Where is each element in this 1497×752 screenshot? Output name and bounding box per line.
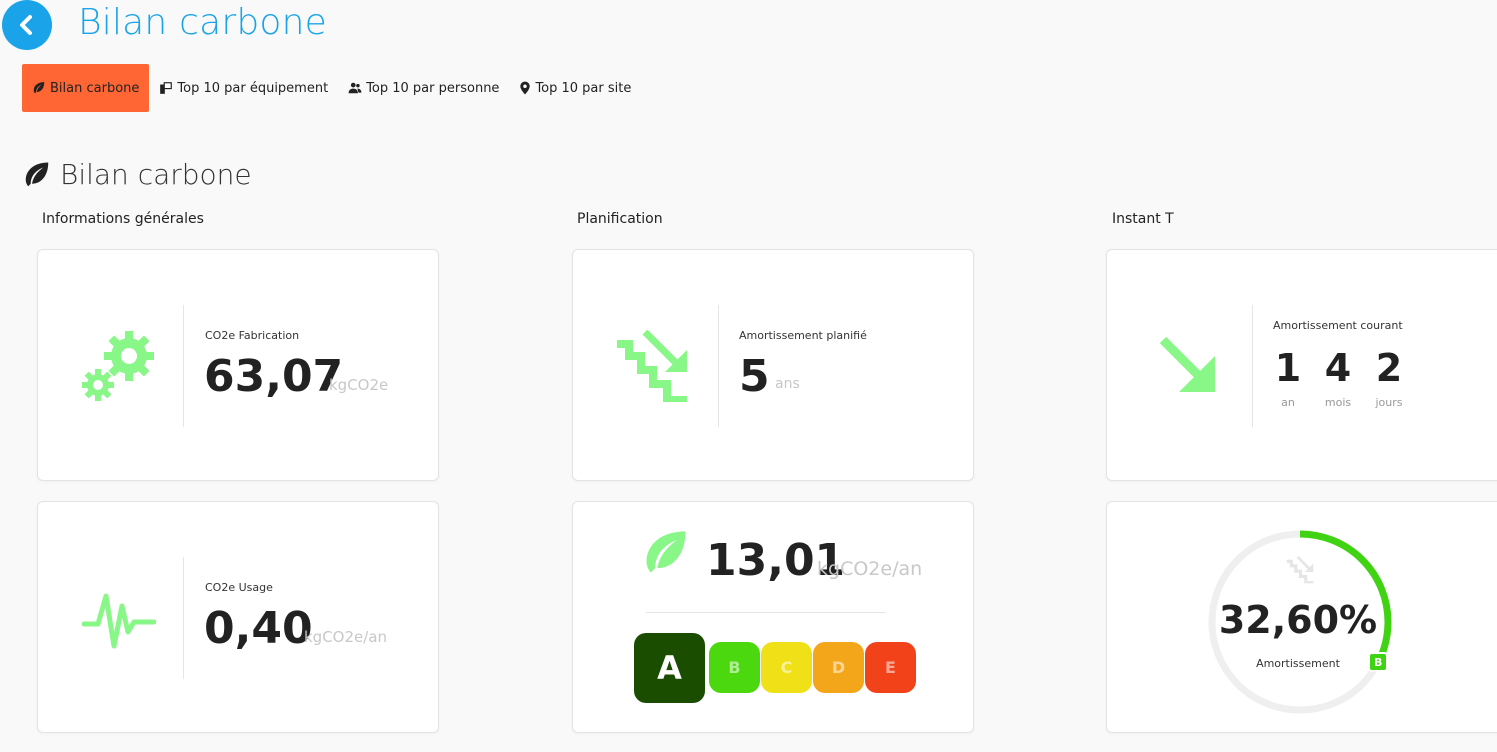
duration-months: 4 (1324, 346, 1352, 390)
card-annual-emission: 13,01 kgCO2e/an A B C D E (572, 501, 974, 733)
amortissement-planifie-label: Amortissement planifié (739, 329, 867, 342)
grade-d: D (813, 642, 864, 693)
duration-months-label: mois (1324, 396, 1352, 409)
gauge-badge: B (1368, 652, 1389, 673)
duration-days: 2 (1375, 346, 1403, 390)
usage-label: CO2e Usage (205, 581, 273, 594)
gears-icon (82, 331, 154, 401)
column-label-instant: Instant T (1112, 211, 1174, 227)
tab-label: Top 10 par personne (366, 80, 500, 96)
stairs-down-arrow-icon (617, 330, 687, 402)
grade-c: C (761, 642, 812, 693)
leaf-icon (25, 162, 49, 186)
page-title: Bilan carbone (78, 2, 327, 43)
card-amortissement-courant: Amortissement courant 1 4 2 an mois jour… (1106, 249, 1497, 481)
tab-label: Top 10 par équipement (177, 80, 329, 96)
heartbeat-icon (82, 593, 156, 649)
tab-label: Bilan carbone (50, 80, 140, 96)
column-label-planning: Planification (577, 211, 663, 227)
tab-bar: Bilan carbone Top 10 par équipement Top … (22, 64, 641, 112)
gauge-label: Amortissement (1256, 657, 1340, 670)
card-divider (646, 612, 886, 613)
grade-b: B (709, 642, 760, 693)
card-co2e-usage: CO2e Usage 0,40 kgCO2e/an (37, 501, 439, 733)
tab-top10-equipement[interactable]: Top 10 par équipement (149, 64, 338, 112)
fabrication-unit: kgCO2e (329, 376, 389, 394)
tab-top10-personne[interactable]: Top 10 par personne (338, 64, 509, 112)
duration-years-label: an (1281, 396, 1295, 409)
duration-years: 1 (1274, 346, 1302, 390)
card-divider (183, 557, 184, 679)
card-divider (183, 305, 184, 427)
tab-top10-site[interactable]: Top 10 par site (509, 64, 641, 112)
fabrication-value: 63,07 (204, 351, 344, 402)
card-divider (718, 305, 719, 427)
map-pin-icon (520, 81, 531, 95)
card-divider (1252, 305, 1253, 427)
usage-unit: kgCO2e/an (304, 628, 388, 646)
section-title-text: Bilan carbone (60, 158, 252, 191)
people-icon (348, 82, 362, 94)
annual-unit: kgCO2e/an (817, 558, 923, 580)
devices-icon (160, 82, 173, 94)
section-title: Bilan carbone (22, 158, 252, 191)
stairs-down-arrow-icon (1286, 555, 1314, 584)
column-label-general: Informations générales (42, 211, 204, 227)
chevron-left-icon (20, 15, 32, 35)
gauge-value: 32,60% (1218, 598, 1378, 642)
leaf-icon (646, 531, 686, 573)
usage-value: 0,40 (204, 603, 313, 654)
tab-label: Top 10 par site (535, 80, 632, 96)
card-co2e-fabrication: CO2e Fabrication 63,07 kgCO2e (37, 249, 439, 481)
arrow-down-right-icon (1159, 336, 1215, 392)
amortissement-planifie-unit: ans (775, 376, 800, 392)
amortissement-courant-label: Amortissement courant (1273, 319, 1403, 332)
card-amortissement-gauge: 32,60% Amortissement B (1106, 501, 1497, 733)
amortissement-planifie-value: 5 (739, 351, 770, 402)
back-button[interactable] (2, 0, 52, 50)
fabrication-label: CO2e Fabrication (205, 329, 300, 342)
duration-days-label: jours (1375, 396, 1403, 409)
grade-e: E (865, 642, 916, 693)
grade-a: A (634, 633, 705, 703)
leaf-icon (33, 82, 45, 94)
card-amortissement-planifie: Amortissement planifié 5 ans (572, 249, 974, 481)
tab-bilan-carbone[interactable]: Bilan carbone (22, 64, 150, 112)
